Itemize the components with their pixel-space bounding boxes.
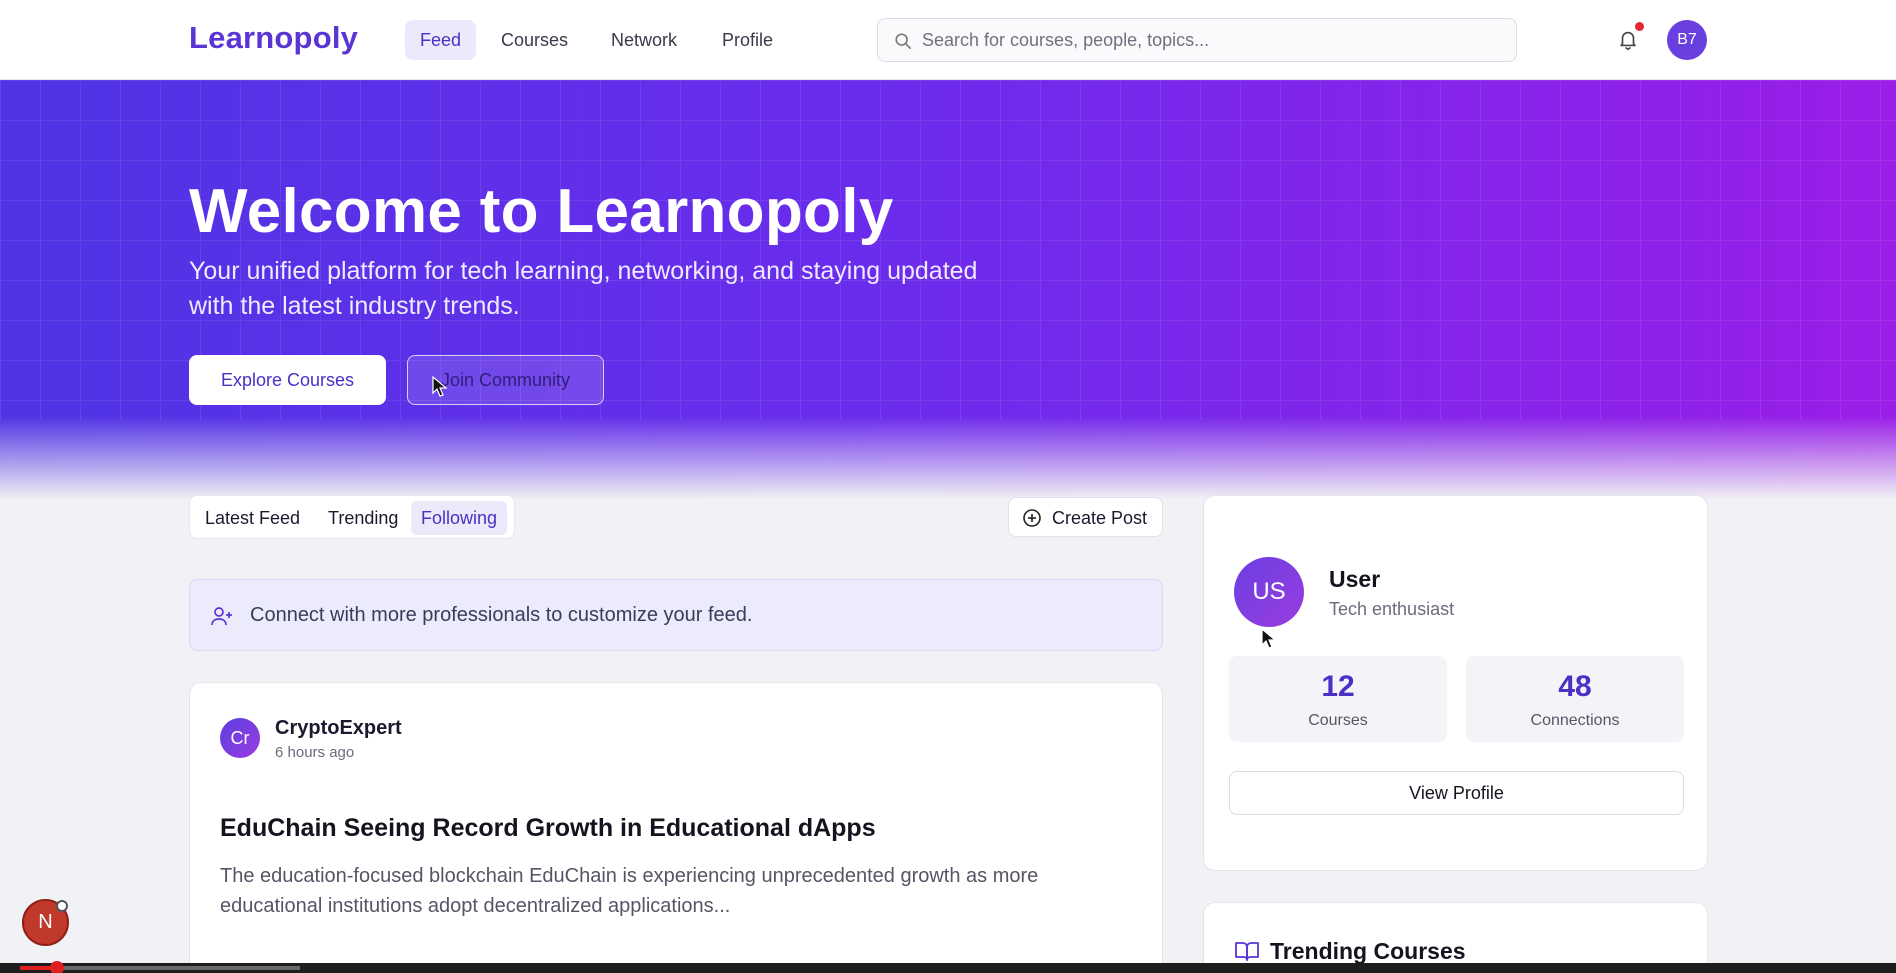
- search-box: [877, 18, 1517, 62]
- app-logo[interactable]: Learnopoly: [189, 20, 358, 56]
- feed-post-card[interactable]: Cr CryptoExpert 6 hours ago EduChain See…: [189, 682, 1163, 973]
- search-input[interactable]: [922, 19, 1502, 61]
- nav-link-profile[interactable]: Profile: [707, 20, 788, 60]
- user-avatar[interactable]: B7: [1667, 20, 1707, 60]
- profile-avatar[interactable]: US: [1234, 557, 1304, 627]
- post-author-name[interactable]: CryptoExpert: [275, 717, 402, 740]
- user-plus-icon: [211, 607, 232, 626]
- feed-tabs: Latest Feed Trending Following: [189, 495, 515, 539]
- connect-notice-text: Connect with more professionals to custo…: [250, 604, 753, 626]
- tab-latest-feed[interactable]: Latest Feed: [195, 501, 310, 535]
- connect-notice: Connect with more professionals to custo…: [189, 579, 1163, 651]
- profile-card: US User Tech enthusiast 12 Courses 48 Co…: [1203, 495, 1708, 871]
- top-navbar: Learnopoly Feed Courses Network Profile …: [0, 0, 1896, 80]
- nav-link-feed[interactable]: Feed: [405, 20, 477, 60]
- post-author-avatar[interactable]: Cr: [220, 718, 260, 758]
- nav-link-network[interactable]: Network: [596, 20, 692, 60]
- create-post-button[interactable]: Create Post: [1008, 497, 1163, 537]
- stat-connections-value: 48: [1558, 670, 1592, 703]
- nav-link-courses[interactable]: Courses: [486, 20, 583, 60]
- tab-trending[interactable]: Trending: [318, 501, 408, 535]
- stat-courses-value: 12: [1321, 670, 1355, 703]
- post-title[interactable]: EduChain Seeing Record Growth in Educati…: [220, 814, 876, 843]
- explore-courses-button[interactable]: Explore Courses: [189, 355, 386, 405]
- profile-tagline: Tech enthusiast: [1329, 599, 1455, 619]
- hero-banner: Welcome to Learnopoly Your unified platf…: [0, 80, 1896, 500]
- hero-subtitle: Your unified platform for tech learning,…: [189, 257, 978, 320]
- bell-icon[interactable]: [1617, 27, 1639, 51]
- stat-courses: 12 Courses: [1229, 656, 1447, 742]
- trending-courses-title: Trending Courses: [1270, 938, 1466, 964]
- mouse-cursor-icon: [1261, 628, 1277, 649]
- plus-circle-icon: [1023, 509, 1041, 527]
- stat-connections: 48 Connections: [1466, 656, 1684, 742]
- search-icon: [895, 33, 912, 50]
- book-open-icon: [1235, 942, 1259, 961]
- profile-name: User: [1329, 566, 1381, 592]
- stat-connections-label: Connections: [1530, 712, 1620, 729]
- notification-dot: [1635, 22, 1644, 31]
- mouse-cursor-icon: [432, 376, 448, 397]
- post-timestamp: 6 hours ago: [275, 744, 355, 761]
- stat-courses-label: Courses: [1308, 712, 1368, 729]
- badge-indicator-dot: [56, 900, 68, 912]
- post-body: The education-focused blockchain EduChai…: [220, 865, 1039, 917]
- view-profile-button[interactable]: View Profile: [1229, 771, 1684, 815]
- video-progress-handle[interactable]: [50, 961, 64, 973]
- create-post-label: Create Post: [1052, 508, 1148, 528]
- hero-title: Welcome to Learnopoly: [189, 177, 894, 246]
- tab-following[interactable]: Following: [411, 501, 508, 535]
